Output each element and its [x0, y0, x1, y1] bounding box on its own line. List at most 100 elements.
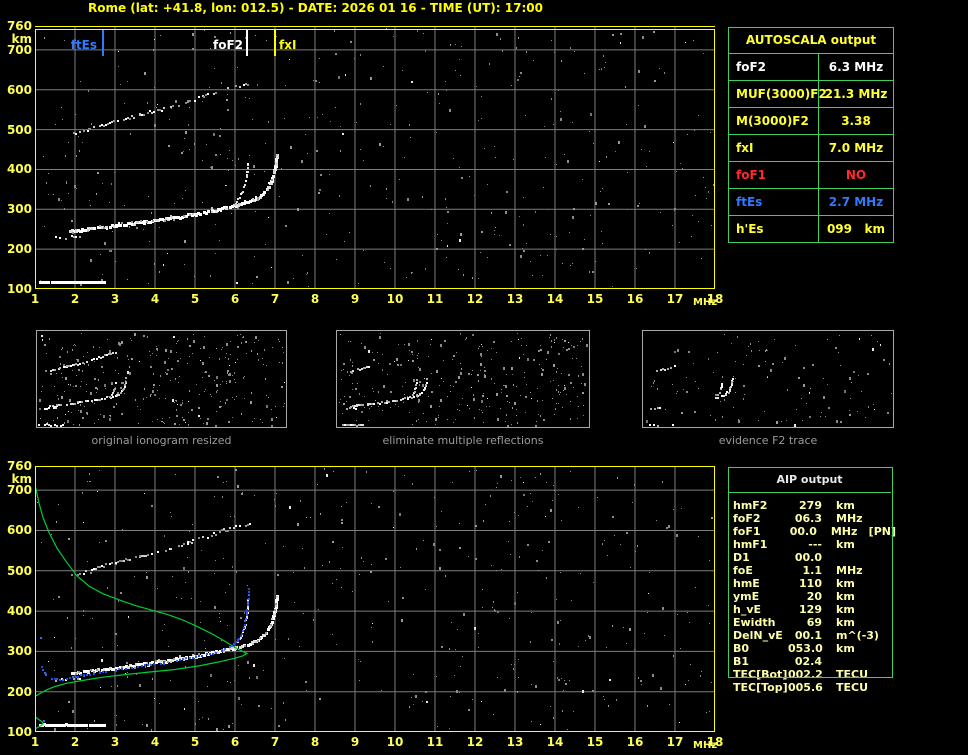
aip-table-header: AIP output	[728, 467, 891, 493]
aip-value: 279	[799, 499, 822, 512]
aip-unit: km	[836, 616, 855, 629]
y-axis-tick-label: 300	[6, 644, 32, 659]
parameter-name: h'Es	[729, 216, 819, 242]
autoscala-output-table: AUTOSCALA output foF2 6.3 MHz MUF(3000)F2 2…	[728, 27, 894, 243]
aip-value: 110	[799, 577, 822, 590]
aip-label: TEC[Bot]	[733, 668, 788, 681]
x-axis-tick-label: 11	[426, 292, 444, 306]
parameter-name: MUF(3000)F2	[729, 81, 827, 107]
aip-note	[874, 642, 876, 655]
x-axis-tick-label: 9	[350, 292, 360, 306]
y-axis-tick-label: 400	[6, 162, 32, 177]
ionogram-profile-canvas	[35, 466, 715, 732]
x-axis-tick-label: 2	[70, 735, 80, 749]
aip-unit: m^(-3)	[836, 629, 879, 642]
aip-unit: km	[836, 577, 855, 590]
x-axis-tick-label: 12	[466, 735, 484, 749]
aip-value: 00.0	[789, 525, 817, 538]
parameter-name: fxI	[729, 135, 819, 161]
x-axis-tick-label: 4	[150, 735, 160, 749]
aip-value: 1.1	[802, 564, 823, 577]
y-axis-tick-label: 400	[6, 604, 32, 619]
noise-speckle	[40, 28, 715, 287]
page-title: Rome (lat: +41.8, lon: 012.5) - DATE: 20…	[88, 1, 543, 15]
x-axis-tick-label: 7	[270, 292, 280, 306]
x-axis-tick-label: 9	[350, 735, 360, 749]
aip-note	[874, 629, 876, 642]
aip-row-hmf2: hmF2 279 km	[728, 499, 896, 512]
aip-note: [PN]	[868, 525, 896, 538]
marker-label-fxi: fxI	[279, 38, 297, 52]
aip-label: D1	[733, 551, 750, 564]
aip-value: 053.0	[788, 642, 823, 655]
aip-label: h_vE	[733, 603, 762, 616]
parameter-value: NO	[845, 168, 867, 182]
parameter-name: foF2	[729, 54, 819, 80]
aip-label: B1	[733, 655, 750, 668]
aip-row-b1: B1 02.4	[728, 655, 896, 668]
aip-unit: TECU	[836, 668, 869, 681]
aip-value: 002.2	[788, 668, 823, 681]
autoscala-table-rows: foF2 6.3 MHz MUF(3000)F2 21.3 MHz M(3000)F2 3…	[729, 54, 893, 242]
parameter-name: ftEs	[729, 189, 819, 215]
x-axis-tick-label: 1	[30, 292, 40, 306]
parameter-value: 2.7 MHz	[828, 195, 884, 209]
thumbnail-caption-3: evidence F2 trace	[718, 434, 818, 447]
aip-unit: km	[836, 642, 855, 655]
y-axis-tick-label: 500	[6, 563, 32, 578]
aip-unit	[822, 655, 874, 668]
ionogram-main-canvas	[35, 26, 715, 289]
aip-row-fof1: foF1 00.0 MHz [PN]	[728, 525, 896, 538]
noise-speckle	[339, 333, 588, 427]
aip-unit: km	[836, 538, 855, 551]
aip-note	[874, 590, 876, 603]
aip-label: Ewidth	[733, 616, 776, 629]
gridlines	[36, 467, 714, 731]
aip-value: 00.1	[794, 629, 822, 642]
parameter-value: 6.3 MHz	[828, 60, 884, 74]
x-axis-tick-label: 7	[270, 735, 280, 749]
x-axis-tick-label: 12	[466, 292, 484, 306]
autoscala-row-muf3000f2: MUF(3000)F2 21.3 MHz	[729, 81, 893, 108]
aip-label: foF2	[733, 512, 761, 525]
x-axis-tick-label: 14	[546, 292, 564, 306]
aip-label: foE	[733, 564, 753, 577]
aip-row-tecbot: TEC[Bot] 002.2 TECU	[728, 668, 896, 681]
x-axis-tick-label: 10	[386, 292, 404, 306]
mini-traces	[38, 352, 127, 427]
aip-unit: km	[836, 499, 855, 512]
aip-value: 005.6	[788, 681, 823, 694]
x-axis-tick-label: 2	[70, 292, 80, 306]
aip-value: 00.0	[794, 551, 822, 564]
thumbnail-caption-1: original ionogram resized	[91, 434, 232, 447]
y-axis-tick-label: 600	[6, 82, 32, 97]
aip-note	[874, 616, 876, 629]
x-axis-tick-label: 15	[586, 735, 604, 749]
aip-label: foF1	[733, 525, 761, 538]
aip-row-b0: B0 053.0 km	[728, 642, 896, 655]
aip-table-rows: hmF2 279 km foF2 06.3 MHz foF1 00.0 MHz [PN] hmF1 -…	[728, 499, 896, 694]
autoscala-screen: Rome (lat: +41.8, lon: 012.5) - DATE: 20…	[0, 0, 968, 755]
aip-value: 02.4	[794, 655, 822, 668]
aip-label: hmF2	[733, 499, 768, 512]
thumbnail-eliminate-reflections	[336, 330, 590, 428]
aip-value: 06.3	[794, 512, 822, 525]
aip-label: hmE	[733, 577, 760, 590]
noise-speckle	[646, 334, 892, 427]
aip-row-d1: D1 00.0	[728, 551, 896, 564]
x-axis-tick-label: 17	[666, 292, 684, 306]
parameter-value: 099 km	[826, 222, 886, 236]
aip-row-hme: hmE 110 km	[728, 577, 896, 590]
thumbnail-evidence-f2	[642, 330, 894, 428]
autoscala-row-fof2: foF2 6.3 MHz	[729, 54, 893, 81]
autoscala-row-fxi: fxI 7.0 MHz	[729, 135, 893, 162]
x-axis-tick-label: 16	[626, 292, 644, 306]
aip-row-yme: ymE 20 km	[728, 590, 896, 603]
aip-label: ymE	[733, 590, 760, 603]
x-axis-tick-label: 6	[230, 735, 240, 749]
x-axis-tick-label: 11	[426, 735, 444, 749]
ionogram-main-plot	[35, 26, 715, 289]
parameter-name: foF1	[729, 162, 819, 188]
aip-note	[874, 538, 876, 551]
parameter-name: M(3000)F2	[729, 108, 819, 134]
